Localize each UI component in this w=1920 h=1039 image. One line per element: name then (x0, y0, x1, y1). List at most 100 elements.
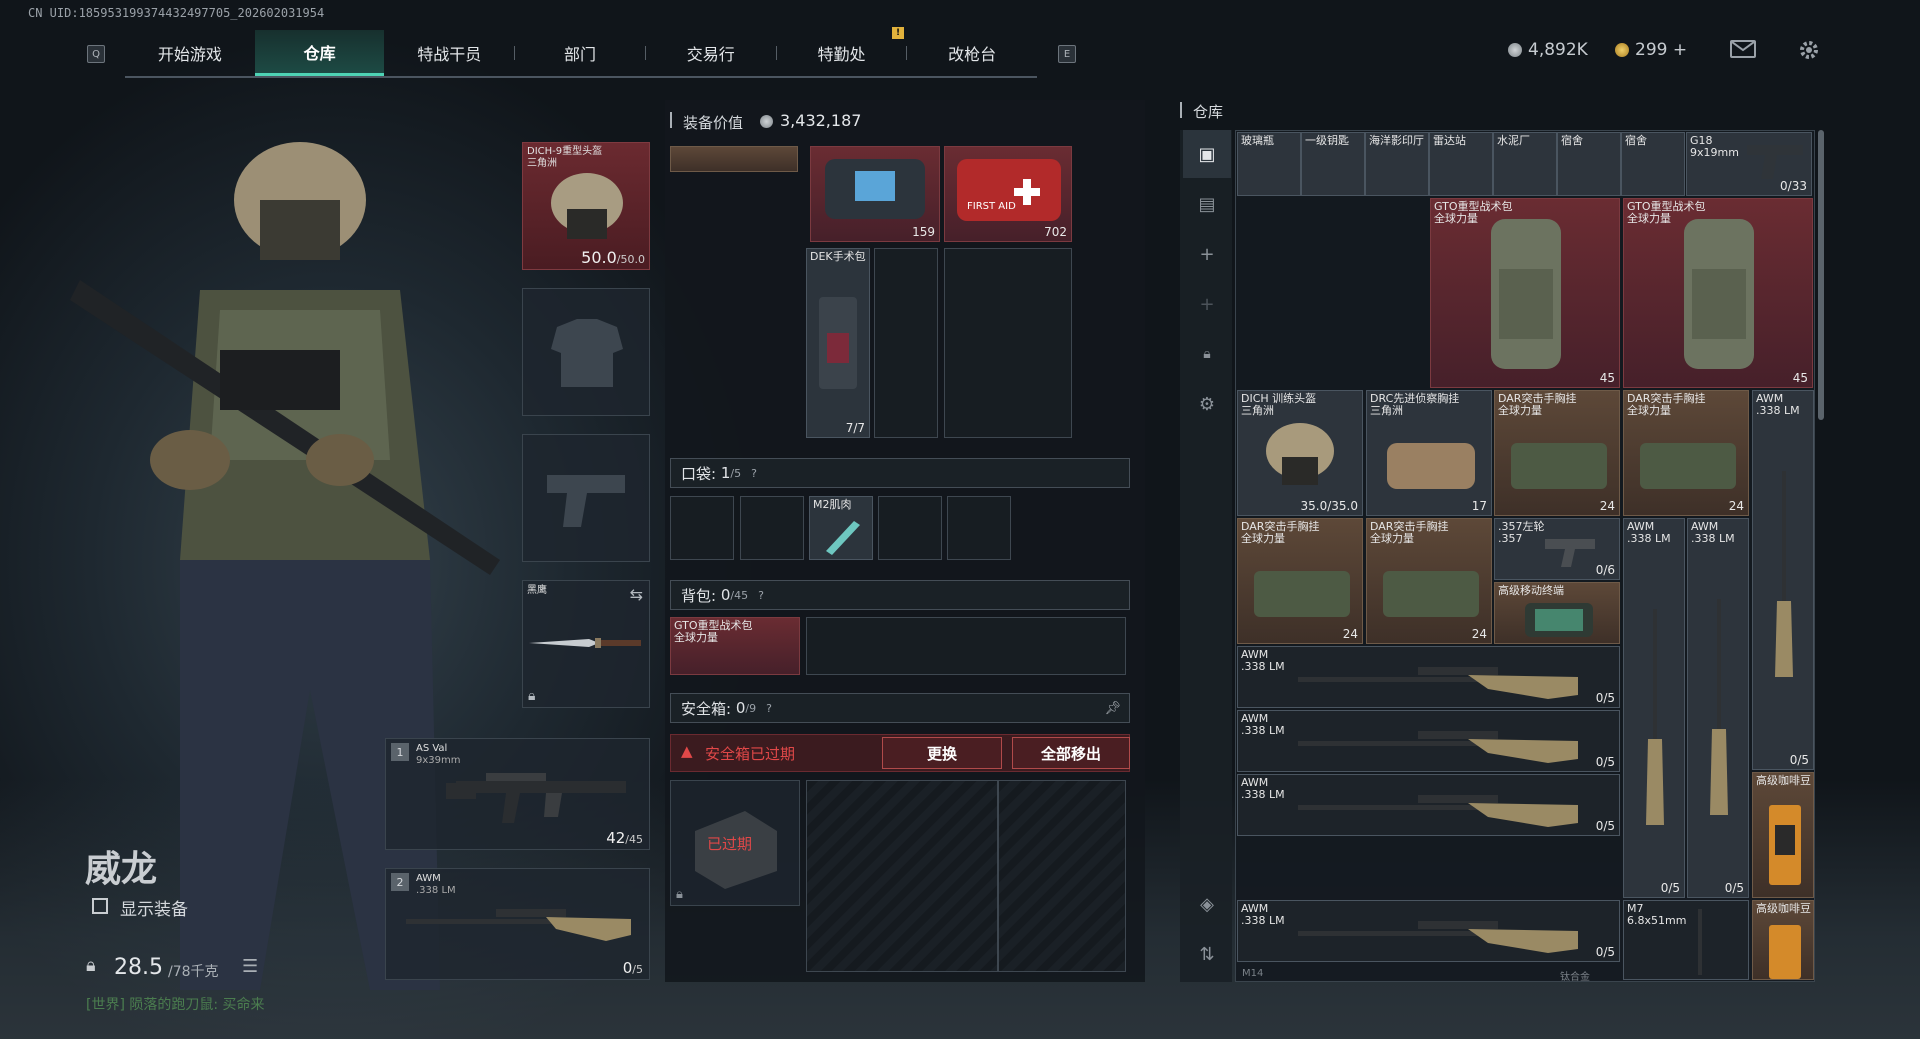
move-all-button[interactable]: 全部移出 (1012, 737, 1130, 769)
pockets-help-icon[interactable]: ? (751, 467, 757, 480)
warehouse-item-awm-vertical-2[interactable]: AWM .338 LM 0/5 (1623, 518, 1685, 898)
secondary-weapon-slot[interactable]: 2 AWM .338 LM 0 /5 (385, 868, 650, 980)
warehouse-item-key[interactable]: 宿舍 (1557, 132, 1621, 196)
tab-gunsmith[interactable]: 改枪台 (907, 30, 1037, 76)
all-items-icon[interactable]: ▣ (1183, 130, 1231, 178)
awm-rifle-icon (1646, 609, 1664, 825)
weight-max: /78千克 (168, 964, 219, 980)
pocket-slot[interactable] (947, 496, 1011, 560)
nav-left-key[interactable]: Q (87, 45, 105, 63)
mail-icon[interactable] (1730, 40, 1756, 58)
safebox-grid-right[interactable] (998, 780, 1126, 972)
pocket-slot[interactable] (740, 496, 804, 560)
rig-item-first-aid[interactable]: FIRST AID 702 (944, 146, 1072, 242)
backpack-slot-item[interactable]: GTO重型战术包 全球力量 (670, 617, 800, 675)
add-disabled-icon[interactable]: + (1183, 280, 1231, 328)
warehouse-item-awm-vertical-3[interactable]: AWM .338 LM 0/5 (1687, 518, 1749, 898)
backpack-help-icon[interactable]: ? (758, 589, 764, 602)
safebox-case-slot[interactable]: 已过期 🔒︎ (670, 780, 800, 906)
warehouse-item-awm-h1[interactable]: AWM .338 LM 0/5 (1237, 646, 1620, 708)
warehouse-item-awm-vertical-1[interactable]: AWM .338 LM 0/5 (1752, 390, 1814, 770)
value-coin-icon (760, 115, 773, 128)
safebox-help-icon[interactable]: ? (766, 702, 772, 715)
warehouse-item-key[interactable]: 一级钥匙 (1301, 132, 1365, 196)
gear-icon[interactable]: ⚙︎ (1183, 380, 1231, 428)
warehouse-item-coffee-1[interactable]: 高级咖啡豆 (1752, 772, 1814, 898)
tab-start-game[interactable]: 开始游戏 (125, 30, 255, 76)
warehouse-scrollbar[interactable] (1818, 130, 1824, 420)
swap-icon[interactable]: ⇆ (630, 585, 643, 604)
warehouse-item-dar-rig-2[interactable]: DAR突击手胸挂 全球力量 24 (1623, 390, 1749, 516)
warehouse-item-bottle[interactable]: 玻璃瓶 (1237, 132, 1301, 196)
item-count: 0/5 (1789, 753, 1809, 767)
warehouse-item-revolver[interactable]: .357左轮 .357 0/6 (1494, 518, 1620, 580)
rig-item-battery[interactable]: 159 (810, 146, 940, 242)
tab-special-ops[interactable]: 特勤处 (777, 30, 907, 76)
warehouse-item-dar-rig-1[interactable]: DAR突击手胸挂 全球力量 24 (1494, 390, 1620, 516)
pistol-slot[interactable] (522, 434, 650, 562)
medkit-item[interactable]: DEK手术包 7/7 (806, 248, 870, 438)
gold-coin-icon (1615, 43, 1629, 57)
medkit-name: DEK手术包 (810, 250, 866, 263)
settings-gear-icon[interactable] (1797, 38, 1821, 62)
layers-icon[interactable]: ◈ (1183, 880, 1231, 928)
safebox-grid-left[interactable] (806, 780, 998, 972)
list-icon[interactable]: ☰ (242, 956, 258, 977)
item-count: 24 (1599, 499, 1615, 513)
warehouse-item-awm-h3[interactable]: AWM .338 LM 0/5 (1237, 774, 1620, 836)
warehouse-item-dich-helmet[interactable]: DICH 训练头盔 三角洲 35.0/35.0 (1237, 390, 1363, 516)
warehouse-item-g18[interactable]: G18 9x19mm 0/33 (1686, 132, 1812, 196)
primary-weapon-slot[interactable]: 1 AS Val 9x39mm 42 /45 (385, 738, 650, 850)
lock-icon[interactable]: 🔒︎ (1183, 330, 1231, 378)
armor-slot[interactable] (522, 288, 650, 416)
silver-currency[interactable]: 4,892K (1508, 40, 1588, 60)
backpack-grid[interactable] (806, 617, 1126, 675)
item-sub: 全球力量 (1627, 212, 1671, 225)
warehouse-item-drc-rig[interactable]: DRC先进侦察胸挂 三角洲 17 (1366, 390, 1492, 516)
pockets-count: 1 (720, 464, 731, 482)
warehouse-item-key[interactable]: 海洋影印厅 (1365, 132, 1429, 196)
pocket-item-m2[interactable]: M2肌肉 (809, 496, 873, 560)
warehouse-accent (1180, 102, 1182, 118)
item-count: 0/5 (1724, 881, 1744, 895)
pin-icon[interactable]: 📌︎ (1104, 701, 1121, 716)
secondary-slot-number: 2 (391, 873, 409, 891)
chest-rig-icon (1254, 571, 1350, 617)
warehouse-item-key[interactable]: 水泥厂 (1493, 132, 1557, 196)
helmet-slot[interactable]: DICH-9重型头盔 三角洲 50.0 /50.0 (522, 142, 650, 270)
helmet-icon (1266, 423, 1334, 485)
rig-empty-slot[interactable] (944, 248, 1072, 438)
rig-item-partial[interactable] (670, 146, 798, 172)
warehouse-item-coffee-2[interactable]: 高级咖啡豆 (1752, 900, 1814, 980)
tab-department[interactable]: 部门 (515, 30, 645, 76)
warehouse-item-dar-rig-4[interactable]: DAR突击手胸挂 全球力量 24 (1366, 518, 1492, 644)
warehouse-item-gto-1[interactable]: GTO重型战术包 全球力量 45 (1430, 198, 1620, 388)
tab-operators[interactable]: 特战干员 (384, 30, 514, 76)
storage-icon[interactable]: ▤ (1183, 180, 1231, 228)
pocket-slot[interactable] (670, 496, 734, 560)
add-icon[interactable]: + (1183, 230, 1231, 278)
nav-right-key[interactable]: E (1058, 45, 1076, 63)
item-sub: 6.8x51mm (1627, 914, 1687, 927)
warehouse-item-m7[interactable]: M7 6.8x51mm (1623, 900, 1749, 980)
melee-slot[interactable]: 黑鹰 ⇆ 🔒︎ (522, 580, 650, 708)
expired-badge: 已过期 (707, 835, 753, 853)
pockets-label: 口袋: (681, 464, 717, 483)
warehouse-item-dar-rig-3[interactable]: DAR突击手胸挂 全球力量 24 (1237, 518, 1363, 644)
rig-empty-slot[interactable] (874, 248, 938, 438)
tab-market[interactable]: 交易行 (646, 30, 776, 76)
show-gear-checkbox[interactable] (92, 898, 108, 914)
warehouse-item-key[interactable]: 雷达站 (1429, 132, 1493, 196)
warehouse-item-awm-h4[interactable]: AWM .338 LM 0/5 (1237, 900, 1620, 962)
warehouse-item-key[interactable]: 宿舍 (1621, 132, 1685, 196)
tab-warehouse[interactable]: 仓库 (254, 30, 385, 76)
sort-icon[interactable]: ⇅ (1183, 930, 1231, 978)
melee-lock-icon: 🔒︎ (528, 688, 536, 704)
pockets-header: 口袋: 1 /5 ? (670, 458, 1130, 488)
warehouse-item-terminal-case[interactable]: 高级移动终端 (1494, 582, 1620, 644)
warehouse-item-awm-h2[interactable]: AWM .338 LM 0/5 (1237, 710, 1620, 772)
gold-currency[interactable]: 299 + (1615, 40, 1687, 60)
warehouse-item-gto-2[interactable]: GTO重型战术包 全球力量 45 (1623, 198, 1813, 388)
replace-button[interactable]: 更换 (882, 737, 1002, 769)
pocket-slot[interactable] (878, 496, 942, 560)
